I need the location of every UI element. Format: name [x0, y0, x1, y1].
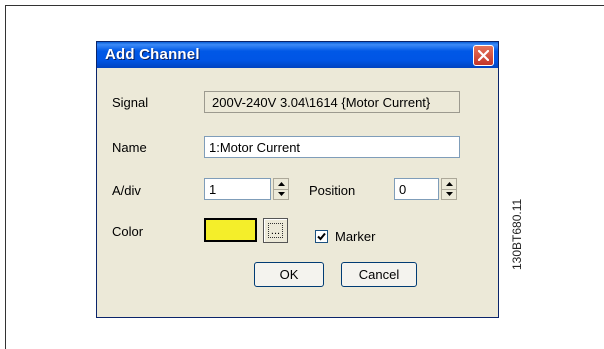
figure-code: 130BT680.11 [510, 198, 524, 270]
frame-top-line [5, 5, 604, 6]
checkmark-icon [317, 232, 326, 241]
close-icon [478, 50, 489, 61]
ok-button[interactable]: OK [254, 262, 324, 287]
marker-label: Marker [335, 229, 376, 244]
position-down-button[interactable] [442, 189, 456, 199]
arrow-down-icon [445, 192, 453, 196]
frame-left-line [5, 5, 6, 349]
dialog-title: Add Channel [105, 46, 200, 63]
color-picker-button[interactable]: ... [263, 218, 288, 243]
a-div-spinner[interactable] [273, 178, 289, 200]
arrow-down-icon [277, 192, 285, 196]
position-spinner[interactable] [441, 178, 457, 200]
a-div-input[interactable]: 1 [204, 178, 271, 200]
color-swatch[interactable] [204, 218, 257, 242]
position-label: Position [309, 183, 356, 198]
a-div-down-button[interactable] [274, 189, 288, 199]
close-button[interactable] [473, 45, 494, 66]
cancel-button[interactable]: Cancel [341, 262, 417, 287]
a-div-label: A/div [112, 183, 141, 198]
name-input[interactable]: 1:Motor Current [204, 136, 460, 158]
marker-checkbox[interactable] [315, 230, 328, 243]
arrow-up-icon [277, 182, 285, 186]
arrow-up-icon [445, 182, 453, 186]
color-label: Color [112, 224, 144, 239]
signal-label: Signal [112, 95, 149, 110]
add-channel-dialog: Add Channel Signal 200V-240V 3.04\1614 {… [96, 41, 499, 318]
ellipsis-icon: ... [270, 225, 281, 237]
position-input[interactable]: 0 [394, 178, 439, 200]
signal-field: 200V-240V 3.04\1614 {Motor Current} [204, 91, 460, 113]
title-bar[interactable]: Add Channel [97, 42, 498, 68]
name-label: Name [112, 140, 147, 155]
